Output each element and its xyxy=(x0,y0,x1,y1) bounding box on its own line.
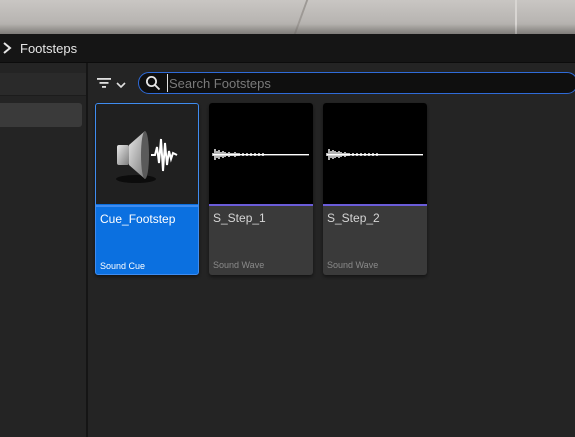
asset-name: Cue_Footstep xyxy=(100,212,176,226)
search-box[interactable] xyxy=(138,72,575,94)
filter-button[interactable] xyxy=(96,74,130,96)
content-browser-main: Cue_Footstep Sound Cue S_Step_1 Sound Wa… xyxy=(88,63,575,437)
path-bar: Footsteps xyxy=(0,34,575,63)
filter-icon xyxy=(96,76,112,95)
asset-thumbnail xyxy=(209,103,313,204)
sources-sidebar xyxy=(0,63,88,437)
sidebar-selected-folder[interactable] xyxy=(0,103,82,127)
asset-type: Sound Wave xyxy=(213,260,265,270)
content-toolbar xyxy=(88,72,575,98)
asset-tile-cue-footstep[interactable]: Cue_Footstep Sound Cue xyxy=(95,103,199,275)
chevron-down-icon xyxy=(116,76,126,94)
level-viewport-strip xyxy=(0,0,575,34)
breadcrumb-folder[interactable]: Footsteps xyxy=(20,41,77,56)
asset-thumbnail xyxy=(96,104,198,204)
search-input[interactable] xyxy=(167,74,575,92)
asset-tile-s-step-1[interactable]: S_Step_1 Sound Wave xyxy=(209,103,313,275)
asset-name: S_Step_2 xyxy=(327,211,380,225)
asset-type: Sound Cue xyxy=(100,261,146,271)
asset-tile-s-step-2[interactable]: S_Step_2 Sound Wave xyxy=(323,103,427,275)
chevron-right-icon[interactable] xyxy=(0,41,14,55)
asset-name: S_Step_1 xyxy=(213,211,266,225)
search-icon xyxy=(145,75,161,91)
asset-thumbnail xyxy=(323,103,427,204)
sidebar-header-row[interactable] xyxy=(0,73,86,96)
asset-type: Sound Wave xyxy=(327,260,379,270)
